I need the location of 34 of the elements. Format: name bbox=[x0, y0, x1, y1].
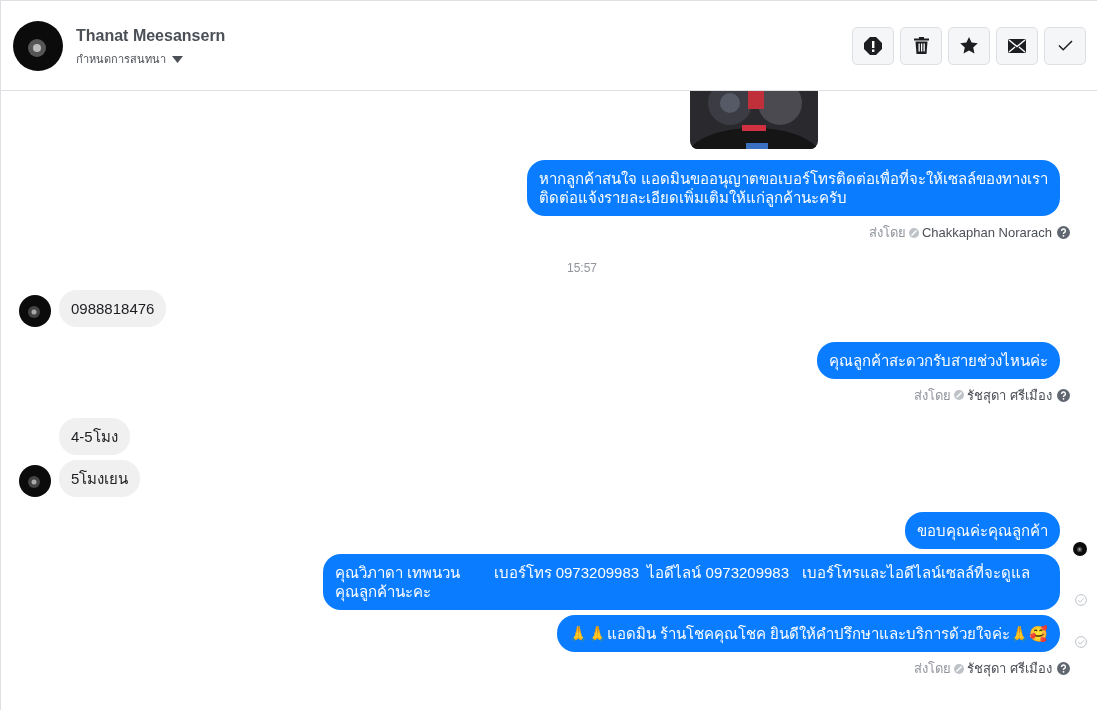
agent-link[interactable]: รัชสุดา ศรีเมือง bbox=[967, 385, 1052, 405]
alert-button[interactable] bbox=[852, 26, 894, 65]
timestamp: 15:57 bbox=[567, 259, 597, 277]
mail-button[interactable] bbox=[996, 26, 1038, 65]
agent-link[interactable]: Chakkaphan Norarach bbox=[921, 223, 1052, 243]
contact-name: Thanat Meesansern bbox=[76, 25, 226, 46]
status-icon bbox=[954, 663, 965, 674]
message-bubble: 4-5โมง bbox=[59, 418, 130, 455]
alert-icon bbox=[864, 36, 882, 55]
sent-by-label: ส่งโดย bbox=[914, 660, 952, 678]
message-bubble: คุณลูกค้าสะดวกรับสายช่วงไหนค่ะ bbox=[817, 341, 1060, 379]
sent-by-label: ส่งโดย bbox=[868, 224, 906, 242]
message-bubble: หากลูกค้าสนใจ แอดมินขออนุญาตขอเบอร์โทรติดต่อเพื่อที่จะให้เซลล์ของทางเรา ติดต่อแจ้งรายละเอียดเพิ่มเติมให้แก่ลูกค้านะครับ bbox=[526, 160, 1060, 216]
help-icon bbox=[1057, 662, 1070, 676]
agent-link[interactable]: รัชสุดา ศรีเมือง bbox=[967, 659, 1052, 679]
status-icon bbox=[908, 227, 919, 238]
message-bubble: 0988818476 bbox=[59, 289, 167, 327]
sent-by-label: ส่งโดย bbox=[914, 386, 952, 405]
mail-icon bbox=[1008, 38, 1026, 53]
trash-button[interactable] bbox=[900, 26, 942, 65]
message-bubble: ขอบคุณค่ะคุณลูกค้า bbox=[905, 512, 1060, 549]
message-bubble: คุณวิภาดา เทพนวน เบอร์โทร 0973209983 ไอดีไลน์ 0973209983 เบอร์โทรและไอดีไลน์เซลล์ที่จะดูแลคุณลูกค้านะคะ bbox=[323, 554, 1060, 610]
trash-icon bbox=[913, 37, 929, 54]
message-bubble: 🙏🙏แอดมิน ร้านโชคคุณโชค ยินดีให้คำปรึกษาและบริการด้วยใจค่ะ🙏🥰 bbox=[556, 615, 1060, 652]
check-button[interactable] bbox=[1044, 26, 1086, 65]
help-icon bbox=[1057, 226, 1070, 240]
status-icon bbox=[954, 390, 965, 401]
conversation-menu[interactable]: กำหนดการสนทนา bbox=[76, 50, 226, 68]
check-icon bbox=[1057, 40, 1073, 51]
star-icon bbox=[960, 37, 978, 54]
star-button[interactable] bbox=[948, 26, 990, 65]
help-icon bbox=[1057, 388, 1070, 402]
caret-icon bbox=[172, 55, 183, 63]
message-bubble: 5โมงเยน bbox=[59, 460, 141, 497]
